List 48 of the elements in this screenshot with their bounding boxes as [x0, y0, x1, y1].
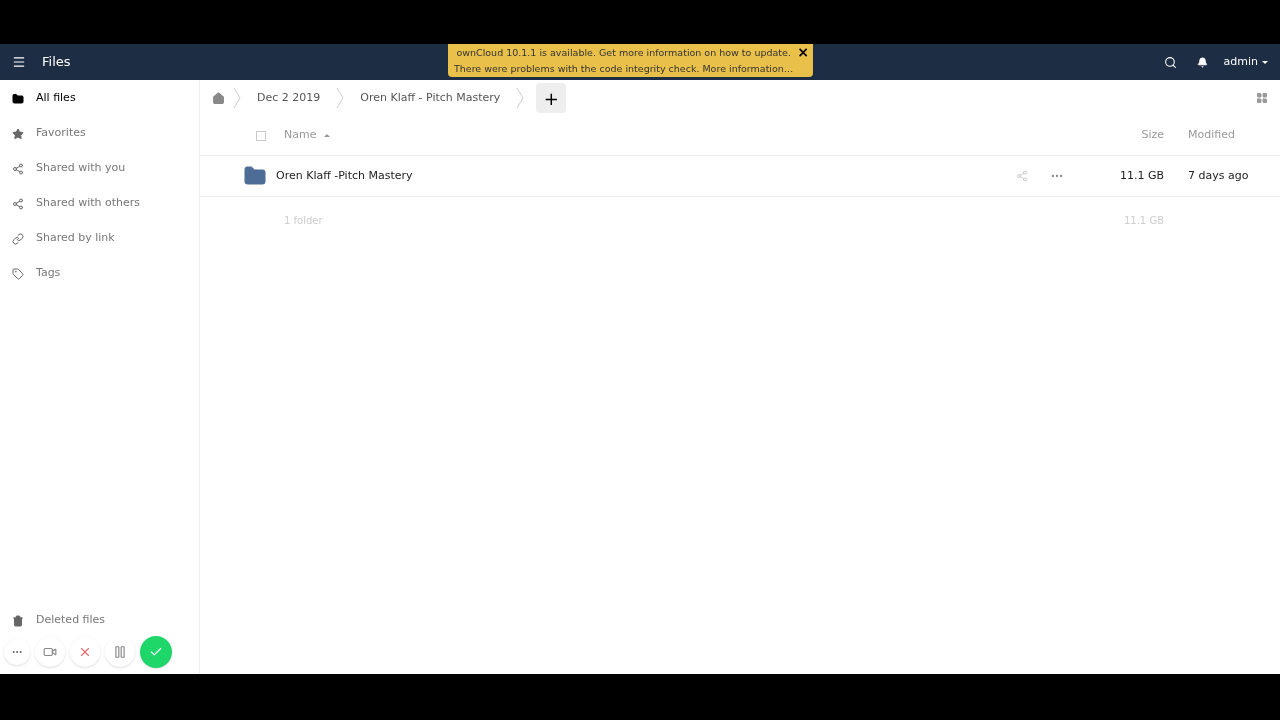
- camera-button[interactable]: [35, 637, 65, 667]
- sort-icon: [324, 134, 331, 137]
- home-icon[interactable]: [212, 91, 225, 105]
- sidebar-item[interactable]: Shared by link: [0, 221, 199, 256]
- new-button[interactable]: +: [536, 83, 567, 113]
- notification-text: There were problems with the code integrity check. More information…: [454, 62, 794, 76]
- cancel-button[interactable]: [70, 637, 100, 667]
- menu-icon[interactable]: [12, 55, 26, 69]
- close-button[interactable]: ×: [797, 44, 810, 60]
- file-modified: 7 days ago: [1187, 167, 1250, 184]
- select-all-checkbox[interactable]: [256, 130, 266, 141]
- pause-button[interactable]: [105, 637, 135, 667]
- sidebar-item[interactable]: All files: [0, 81, 199, 116]
- sidebar-item[interactable]: Deleted files: [0, 603, 199, 638]
- user-menu[interactable]: admin: [1223, 53, 1268, 71]
- file-size: 11.1 GB: [1118, 167, 1164, 184]
- file-name[interactable]: Oren Klaff -Pitch Mastery: [276, 167, 413, 185]
- notification-text: ownCloud 10.1.1 is available. Get more information on how to update.: [456, 46, 791, 60]
- sidebar-item[interactable]: Shared with you: [0, 151, 199, 186]
- confirm-button[interactable]: [140, 636, 172, 668]
- chevron-icon: [336, 87, 345, 109]
- bell-icon[interactable]: [1196, 56, 1208, 68]
- app-title: Files: [42, 53, 71, 72]
- star-icon: [12, 127, 24, 140]
- column-header[interactable]: Size: [1104, 127, 1164, 144]
- share-icon: [12, 162, 24, 175]
- camera-icon: [43, 645, 57, 659]
- breadcrumb[interactable]: Oren Klaff - Pitch Mastery: [352, 89, 509, 107]
- share-icon: [12, 197, 24, 210]
- chevron-icon: [516, 87, 525, 109]
- check-icon: [149, 645, 163, 659]
- sidebar-item[interactable]: Tags: [0, 256, 199, 291]
- column-header[interactable]: Name: [284, 127, 317, 144]
- folder-icon: [243, 164, 267, 188]
- tag-icon: [12, 267, 24, 280]
- pause-icon: [113, 645, 127, 659]
- grid-view-icon[interactable]: [1256, 92, 1268, 104]
- chevron-icon: [233, 87, 241, 109]
- sidebar-item[interactable]: Favorites: [0, 116, 199, 151]
- sidebar-item[interactable]: Shared with others: [0, 186, 199, 221]
- column-header[interactable]: Modified: [1164, 127, 1280, 144]
- folder-icon: [12, 92, 24, 105]
- search-icon[interactable]: [1163, 55, 1177, 69]
- trash-icon: [12, 614, 24, 627]
- link-icon: [12, 232, 24, 245]
- breadcrumb[interactable]: Dec 2 2019: [249, 89, 329, 107]
- share-icon[interactable]: [1016, 170, 1028, 182]
- close-icon: [78, 645, 92, 659]
